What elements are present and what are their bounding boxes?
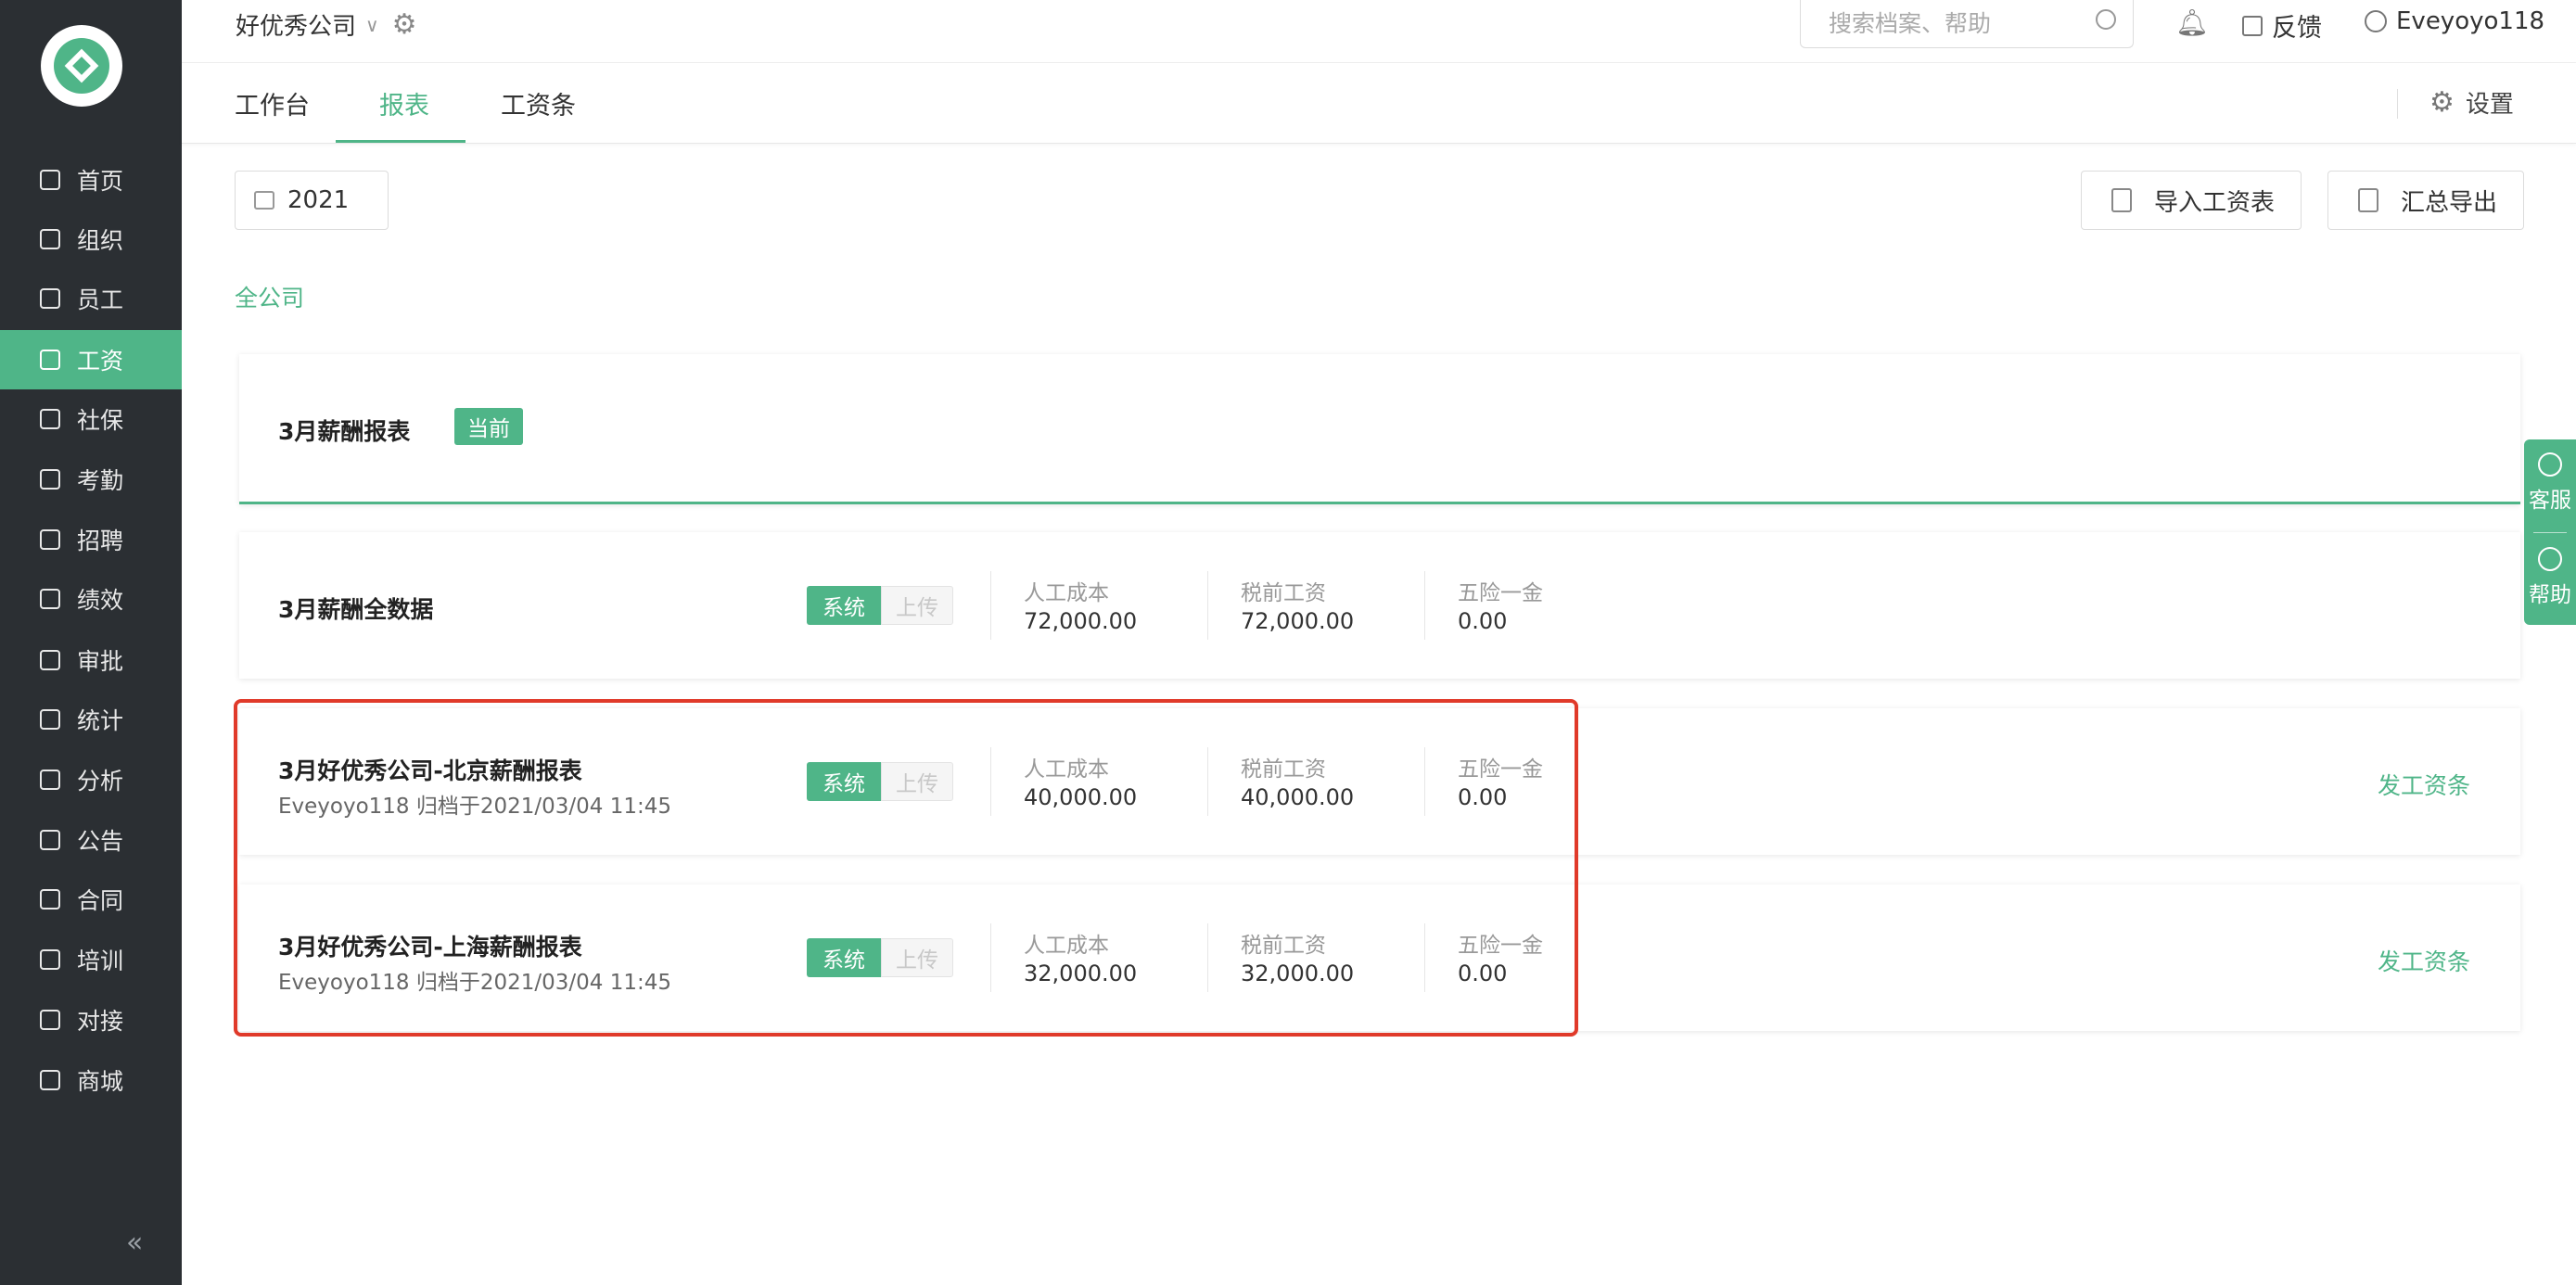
sidebar-item-training[interactable]: 培训 [0, 930, 182, 989]
divider [1207, 571, 1208, 640]
tab-bar: 工作台 报表 工资条 ⚙ 设置 [182, 63, 2576, 144]
upload-source-button[interactable]: 上传 [881, 586, 953, 625]
company-switcher[interactable]: 好优秀公司 ∨ ⚙ [236, 7, 417, 42]
system-source-button[interactable]: 系统 [807, 586, 881, 625]
active-indicator [239, 502, 2520, 504]
import-icon [2111, 188, 2132, 212]
store-icon [40, 1070, 60, 1090]
insurance-value: 0.00 [1458, 608, 1508, 634]
collapse-sidebar-icon[interactable]: « [126, 1227, 143, 1259]
pretax-value: 72,000.00 [1241, 608, 1355, 634]
divider [2397, 89, 2398, 119]
analysis-icon [40, 770, 60, 790]
sidebar-item-contracts[interactable]: 合同 [0, 870, 182, 929]
home-icon [40, 170, 60, 190]
sidebar-item-home[interactable]: 首页 [0, 150, 182, 210]
line-chart-icon [40, 589, 60, 609]
feedback-button[interactable]: 反馈 [2242, 7, 2322, 44]
recruit-icon [40, 529, 60, 550]
divider [1424, 571, 1425, 640]
sidebar-item-employees[interactable]: 员工 [0, 269, 182, 328]
cost-value: 72,000.00 [1024, 608, 1138, 634]
announcement-icon [40, 830, 60, 850]
sidebar-item-mall[interactable]: 商城 [0, 1050, 182, 1110]
yuan-icon [40, 350, 60, 370]
employee-icon [40, 288, 60, 309]
search-icon[interactable] [2096, 9, 2116, 30]
user-icon [2365, 10, 2387, 32]
send-payslip-link[interactable]: 发工资条 [2378, 944, 2470, 977]
stamp-icon [40, 650, 60, 670]
top-header: 好优秀公司 ∨ ⚙ 🔔︎ 反馈 Eveyoyo118 [182, 0, 2576, 63]
sidebar-item-salary[interactable]: 工资 [0, 330, 182, 389]
calendar-icon [254, 191, 274, 210]
scope-breadcrumb[interactable]: 全公司 [235, 280, 304, 313]
report-title: 3月薪酬报表 [278, 418, 411, 445]
sidebar-item-organization[interactable]: 组织 [0, 210, 182, 269]
sidebar-item-announcements[interactable]: 公告 [0, 810, 182, 870]
export-icon [2358, 188, 2378, 212]
summary-export-button[interactable]: 汇总导出 [2327, 171, 2524, 230]
highlight-box [234, 699, 1578, 1037]
org-chart-icon [40, 229, 60, 249]
feedback-icon [2242, 15, 2263, 36]
floating-help-panel: 客服 帮助 [2524, 439, 2576, 625]
cost-label: 人工成本 [1024, 581, 1109, 605]
year-picker[interactable]: 2021 [235, 171, 389, 230]
exchange-icon [40, 1010, 60, 1030]
compass-icon [2538, 547, 2562, 571]
tab-payslips[interactable]: 工资条 [501, 85, 576, 121]
search-box[interactable] [1800, 0, 2134, 48]
bar-chart-icon [40, 709, 60, 730]
year-value: 2021 [287, 186, 350, 214]
calendar-icon [40, 469, 60, 490]
sidebar-item-performance[interactable]: 绩效 [0, 569, 182, 629]
help-button[interactable]: 帮助 [2524, 547, 2576, 608]
source-toggle[interactable]: 系统 上传 [807, 586, 953, 625]
chevron-down-icon[interactable]: ∨ [365, 14, 379, 36]
sidebar-item-analysis[interactable]: 分析 [0, 750, 182, 809]
book-icon [40, 949, 60, 970]
current-badge: 当前 [454, 408, 523, 445]
sidebar-item-integration[interactable]: 对接 [0, 990, 182, 1050]
divider [2533, 532, 2567, 533]
company-name: 好优秀公司 [236, 13, 357, 41]
sidebar-item-statistics[interactable]: 统计 [0, 690, 182, 749]
import-payroll-button[interactable]: 导入工资表 [2081, 171, 2302, 230]
settings-button[interactable]: ⚙ 设置 [2429, 85, 2514, 120]
bell-icon[interactable]: 🔔︎ [2175, 7, 2209, 38]
user-menu[interactable]: Eveyoyo118 [2365, 7, 2544, 35]
shield-icon [40, 409, 60, 429]
sidebar-item-attendance[interactable]: 考勤 [0, 450, 182, 509]
active-tab-underline [336, 140, 465, 143]
sidebar-item-recruitment[interactable]: 招聘 [0, 510, 182, 569]
divider [990, 571, 991, 640]
customer-service-button[interactable]: 客服 [2524, 452, 2576, 514]
gear-icon: ⚙ [2429, 86, 2455, 119]
insurance-label: 五险一金 [1458, 581, 1543, 605]
sidebar: 首页 组织 员工 工资 社保 考勤 招聘 绩效 审批 统计 分析 公告 合同 培… [0, 0, 182, 1285]
current-report-card[interactable]: 3月薪酬报表 当前 [239, 354, 2520, 504]
search-input[interactable] [1827, 6, 2090, 41]
report-title: 3月薪酬全数据 [278, 596, 434, 623]
pretax-label: 税前工资 [1241, 581, 1326, 605]
sidebar-item-approval[interactable]: 审批 [0, 630, 182, 690]
send-payslip-link[interactable]: 发工资条 [2378, 768, 2470, 801]
tab-workbench[interactable]: 工作台 [235, 85, 310, 121]
tab-reports[interactable]: 报表 [379, 85, 429, 121]
sidebar-item-social-security[interactable]: 社保 [0, 389, 182, 449]
gear-icon[interactable]: ⚙ [392, 8, 417, 41]
headset-icon [2538, 452, 2562, 477]
contract-icon [40, 889, 60, 910]
app-logo[interactable] [41, 25, 122, 107]
report-row[interactable]: 3月薪酬全数据 系统 上传 人工成本 72,000.00 税前工资 72,000… [239, 532, 2520, 679]
